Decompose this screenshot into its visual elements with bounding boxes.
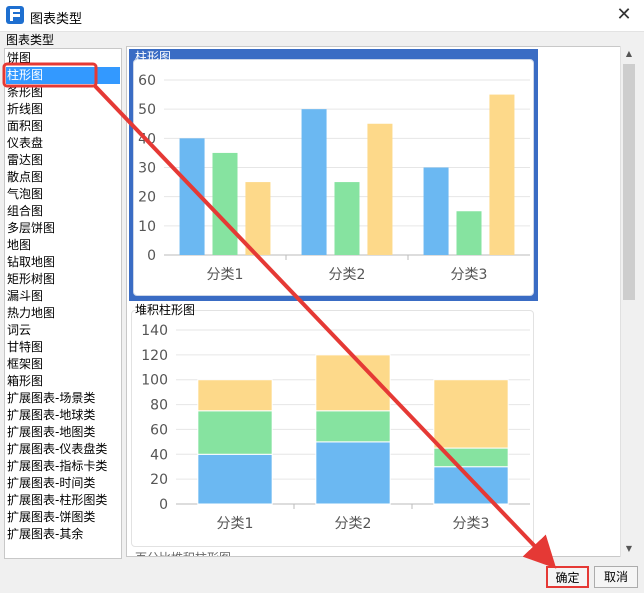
stacked-bar <box>315 410 391 443</box>
window-title: 图表类型 <box>30 12 83 27</box>
x-tick-label: 分类1 <box>207 267 244 283</box>
bar <box>179 138 205 255</box>
app-logo-icon <box>6 6 24 24</box>
preview-card-bar-title: 柱形图 <box>135 50 172 64</box>
bar <box>367 123 393 255</box>
chart-type-item[interactable]: 散点图 <box>6 169 43 186</box>
stacked-bar <box>315 354 391 412</box>
chart-preview-panel[interactable]: 0 10 20 30 40 50 60 分类1 分类2 分类3 柱形图 0 20 40 60 80 100 1… <box>126 46 622 557</box>
chart-type-item[interactable]: 扩展图表-其余 <box>6 526 83 543</box>
y-tick-label: 20 <box>138 190 156 206</box>
chart-type-item[interactable]: 组合图 <box>6 203 43 220</box>
stacked-bar <box>197 453 273 505</box>
bar <box>489 94 515 255</box>
chart-type-item[interactable]: 扩展图表-场景类 <box>6 390 95 407</box>
stacked-bar <box>197 410 273 455</box>
chart-type-item[interactable]: 扩展图表-仪表盘类 <box>6 441 107 458</box>
preview-card-bar-body[interactable]: 0 10 20 30 40 50 60 分类1 分类2 分类3 <box>133 59 534 296</box>
scrollbar-thumb[interactable] <box>623 64 635 300</box>
y-tick-label: 60 <box>150 422 168 438</box>
x-tick-label: 分类2 <box>335 516 372 532</box>
cancel-button[interactable]: 取消 <box>594 566 638 588</box>
y-tick-label: 60 <box>138 73 156 89</box>
stacked-bar <box>315 441 391 505</box>
y-tick-label: 120 <box>141 348 168 364</box>
chart-type-item[interactable]: 仪表盘 <box>6 135 43 152</box>
chart-type-item[interactable]: 雷达图 <box>6 152 43 169</box>
preview-card-percent-stacked-title: 百分比堆积柱形图 <box>135 549 231 556</box>
chart-type-item[interactable]: 柱形图 <box>6 67 120 84</box>
chart-type-list[interactable]: 饼图 柱形图 条形图 折线图 面积图 仪表盘 雷达图 散点图 气泡图 组合图 多层饼图 地图 钻取地图矩… <box>4 48 122 559</box>
y-tick-label: 80 <box>150 398 168 414</box>
stacked-bar <box>433 447 509 468</box>
x-tick-label: 分类1 <box>217 516 254 532</box>
bar <box>301 109 327 255</box>
y-tick-label: 0 <box>159 497 168 513</box>
chart-type-item[interactable]: 扩展图表-时间类 <box>6 475 95 492</box>
chart-type-item[interactable]: 扩展图表-柱形图类 <box>6 492 107 509</box>
y-tick-label: 0 <box>147 248 156 264</box>
chart-type-item[interactable]: 甘特图 <box>6 339 43 356</box>
stacked-bar-chart: 0 20 40 60 80 100 120 140 分类1 分类2 分类3 <box>141 323 530 532</box>
chart-type-item[interactable]: 饼图 <box>6 50 31 67</box>
chart-type-item[interactable]: 扩展图表-饼图类 <box>6 509 95 526</box>
chart-type-item[interactable]: 面积图 <box>6 118 43 135</box>
preview-card-stacked-bar[interactable]: 0 20 40 60 80 100 120 140 分类1 分类2 分类3 堆积柱形图 <box>131 302 534 548</box>
bar <box>212 152 238 255</box>
chart-type-item[interactable]: 扩展图表-地球类 <box>6 407 95 424</box>
x-tick-label: 分类3 <box>451 267 488 283</box>
preview-card-stacked-bar-title: 堆积柱形图 <box>135 303 196 317</box>
chart-type-group-label: 图表类型 <box>6 33 55 47</box>
chart-type-item[interactable]: 漏斗图 <box>6 288 43 305</box>
x-tick-label: 分类2 <box>329 267 366 283</box>
chart-type-item[interactable]: 箱形图 <box>6 373 43 390</box>
chart-type-item[interactable]: 框架图 <box>6 356 43 373</box>
chart-type-item[interactable]: 矩形树图 <box>6 271 55 288</box>
y-tick-label: 50 <box>138 102 156 118</box>
title-bar: 图表类型 ✕ <box>0 0 644 32</box>
stacked-bar <box>433 466 509 505</box>
x-tick-label: 分类3 <box>453 516 490 532</box>
scroll-up-arrow-icon[interactable]: ▲ <box>621 46 637 62</box>
chart-type-item[interactable]: 气泡图 <box>6 186 43 203</box>
chart-type-item[interactable]: 扩展图表-地图类 <box>6 424 95 441</box>
y-tick-label: 20 <box>150 472 168 488</box>
bar-chart: 0 10 20 30 40 50 60 分类1 分类2 分类3 <box>138 73 530 283</box>
bar <box>245 182 271 255</box>
y-tick-label: 140 <box>141 323 168 339</box>
bar <box>334 182 360 255</box>
scroll-down-arrow-icon[interactable]: ▼ <box>621 541 637 557</box>
ok-button[interactable]: 确定 <box>546 566 589 588</box>
bar <box>456 211 482 255</box>
chart-type-item[interactable]: 折线图 <box>6 101 43 118</box>
chart-type-item[interactable]: 热力地图 <box>6 305 55 322</box>
chart-type-item[interactable]: 钻取地图 <box>6 254 55 271</box>
preview-card-bar[interactable]: 0 10 20 30 40 50 60 分类1 分类2 分类3 柱形图 <box>129 49 538 301</box>
chart-type-item[interactable]: 词云 <box>6 322 31 339</box>
close-button[interactable]: ✕ <box>612 4 636 28</box>
preview-scrollbar[interactable]: ▲ ▼ <box>620 46 637 557</box>
chart-type-item[interactable]: 条形图 <box>6 84 43 101</box>
preview-card-stacked-bar-body[interactable]: 0 20 40 60 80 100 120 140 分类1 分类2 分类3 <box>131 310 534 547</box>
y-tick-label: 10 <box>138 219 156 235</box>
bar <box>423 167 449 255</box>
y-tick-label: 30 <box>138 161 156 177</box>
y-tick-label: 100 <box>141 373 168 389</box>
chart-type-item[interactable]: 扩展图表-指标卡类 <box>6 458 107 475</box>
y-tick-label: 40 <box>150 447 168 463</box>
stacked-bar <box>433 379 509 449</box>
y-tick-label: 40 <box>138 131 156 147</box>
chart-type-item[interactable]: 地图 <box>6 237 31 254</box>
chart-type-item[interactable]: 多层饼图 <box>6 220 55 237</box>
stacked-bar <box>197 379 273 412</box>
